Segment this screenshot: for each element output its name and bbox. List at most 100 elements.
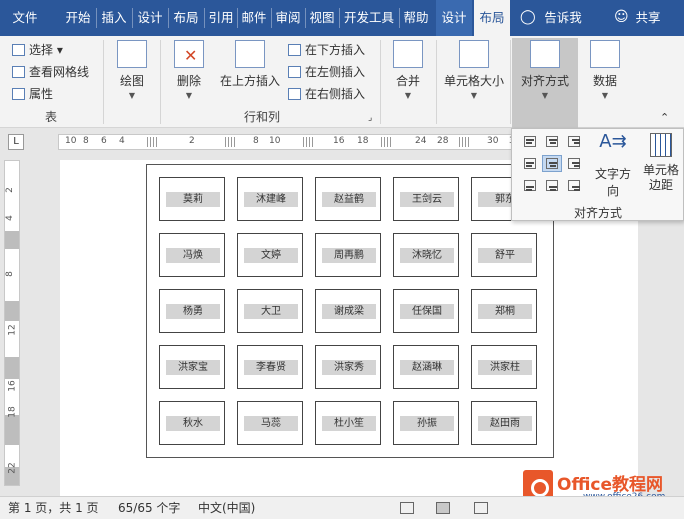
alignment-button[interactable]: 对齐方式 ▼ [512,38,578,128]
cell-name: 洪家宝 [166,360,220,375]
align-middle-right-button[interactable] [564,155,584,172]
tab-table-layout[interactable]: 布局 [474,0,510,36]
insert-below-button[interactable]: 在下方插入 [288,40,365,60]
table-cell[interactable]: 赵益鹤 [315,177,381,221]
alignment-dropdown: A⇉ 文字方向 单元格边距 对齐方式 [511,128,684,221]
word-count[interactable]: 65/65 个字 [118,497,180,519]
table-cell[interactable]: 杜小笙 [315,401,381,445]
insert-above-button[interactable]: 在上方插入 [218,40,282,89]
ruler-number: 8 [83,136,89,146]
ruler-number: 16 [333,136,345,146]
tab-home[interactable]: 开始 [62,0,94,36]
table-cell[interactable]: 舒平 [471,233,537,277]
delete-label: 删除 [176,74,201,88]
name-label-table[interactable]: 莫莉 沐建峰 赵益鹤 王剑云 郭东 冯焕 文婷 周再鹏 沐晓忆 舒平 杨勇 大卫… [146,164,554,458]
tab-help[interactable]: 帮助 [401,0,431,36]
properties-button[interactable]: 属性 [12,84,53,104]
insert-right-button[interactable]: 在右侧插入 [288,84,365,104]
table-cell[interactable]: 洪家宝 [159,345,225,389]
table-cell[interactable]: 谢成梁 [315,289,381,333]
lightbulb-icon: ◯ [520,9,536,25]
tab-developer[interactable]: 开发工具 [341,0,397,36]
cell-name: 洪家柱 [478,360,532,375]
column-marker[interactable] [381,137,391,147]
tab-divider [168,8,169,28]
tab-references[interactable]: 引用 [206,0,236,36]
ruler-number: 6 [101,136,107,146]
cell-size-button[interactable]: 单元格大小 ▼ [442,40,506,100]
align-top-left-button[interactable] [520,133,540,150]
page-count[interactable]: 第 1 页，共 1 页 [8,497,99,519]
table-cell[interactable]: 秋水 [159,401,225,445]
table-cell[interactable]: 周再鹏 [315,233,381,277]
gridlines-label: 查看网格线 [29,65,90,79]
tell-me-search[interactable]: 告诉我 [540,0,586,36]
horizontal-ruler[interactable]: 10 8 6 4 2 8 10 16 18 24 28 30 32 [58,134,528,150]
ruler-number: 30 [487,136,499,146]
status-bar: 第 1 页，共 1 页 65/65 个字 中文(中国) [0,496,684,519]
table-cell[interactable]: 洪家秀 [315,345,381,389]
cell-margins-button[interactable]: 单元格边距 [640,131,682,201]
align-top-center-button[interactable] [542,133,562,150]
table-cell[interactable]: 沐建峰 [237,177,303,221]
merge-button[interactable]: 合并 ▼ [388,40,428,100]
tab-divider [399,8,400,28]
table-cell[interactable]: 马蕊 [237,401,303,445]
align-middle-left-button[interactable] [520,155,540,172]
table-cell[interactable]: 沐晓忆 [393,233,459,277]
ruler-number: 2 [4,187,15,193]
table-cell[interactable]: 任保国 [393,289,459,333]
tab-view[interactable]: 视图 [307,0,337,36]
share-button[interactable]: 共享 [630,0,666,36]
insert-left-button[interactable]: 在左侧插入 [288,62,365,82]
tab-review[interactable]: 审阅 [273,0,303,36]
table-cell[interactable]: 郑桐 [471,289,537,333]
draw-table-button[interactable]: 绘图 ▼ [112,40,152,100]
table-cell[interactable]: 王剑云 [393,177,459,221]
align-bottom-center-button[interactable] [542,177,562,194]
column-marker[interactable] [147,137,157,147]
cell-margins-label: 单元格边距 [642,163,679,192]
select-button[interactable]: 选择 ▾ [12,40,63,60]
web-layout-icon[interactable] [474,502,488,514]
tab-table-design[interactable]: 设计 [436,0,472,36]
tab-design[interactable]: 设计 [134,0,166,36]
table-cell[interactable]: 赵田雨 [471,401,537,445]
tab-mailings[interactable]: 邮件 [239,0,269,36]
view-gridlines-button[interactable]: 查看网格线 [12,62,89,82]
table-cell[interactable]: 文婷 [237,233,303,277]
rows-cols-launcher-icon[interactable]: ⌟ [368,108,372,128]
column-marker[interactable] [225,137,235,147]
language-indicator[interactable]: 中文(中国) [198,497,255,519]
table-cell[interactable]: 洪家柱 [471,345,537,389]
table-cell[interactable]: 冯焕 [159,233,225,277]
tab-selector-icon[interactable]: L [8,134,24,150]
align-middle-center-button[interactable] [542,155,562,172]
text-direction-button[interactable]: A⇉ 文字方向 [590,131,636,198]
read-mode-icon[interactable] [400,502,414,514]
vertical-ruler[interactable]: 2 4 8 12 16 18 22 [4,160,20,486]
tab-insert[interactable]: 插入 [98,0,130,36]
tab-file[interactable]: 文件 [6,0,44,36]
align-top-right-button[interactable] [564,133,584,150]
table-cell[interactable]: 莫莉 [159,177,225,221]
table-cell[interactable]: 李春贤 [237,345,303,389]
table-cell[interactable]: 杨勇 [159,289,225,333]
column-marker[interactable] [303,137,313,147]
align-bottom-left-button[interactable] [520,177,540,194]
table-cell[interactable]: 孙振 [393,401,459,445]
group-divider [160,40,161,124]
collapse-ribbon-icon[interactable]: ⌃ [660,108,669,128]
column-marker[interactable] [459,137,469,147]
tab-layout[interactable]: 布局 [170,0,202,36]
align-bottom-right-button[interactable] [564,177,584,194]
cell-name: 王剑云 [400,192,454,207]
cell-name: 莫莉 [166,192,220,207]
data-button[interactable]: 数据 ▼ [584,40,626,100]
insert-above-icon [235,40,265,68]
table-cell[interactable]: 赵涵琳 [393,345,459,389]
ruler-margin-shade [5,415,19,445]
print-layout-icon[interactable] [436,502,450,514]
delete-button[interactable]: ✕ 删除 ▼ [168,40,210,100]
table-cell[interactable]: 大卫 [237,289,303,333]
